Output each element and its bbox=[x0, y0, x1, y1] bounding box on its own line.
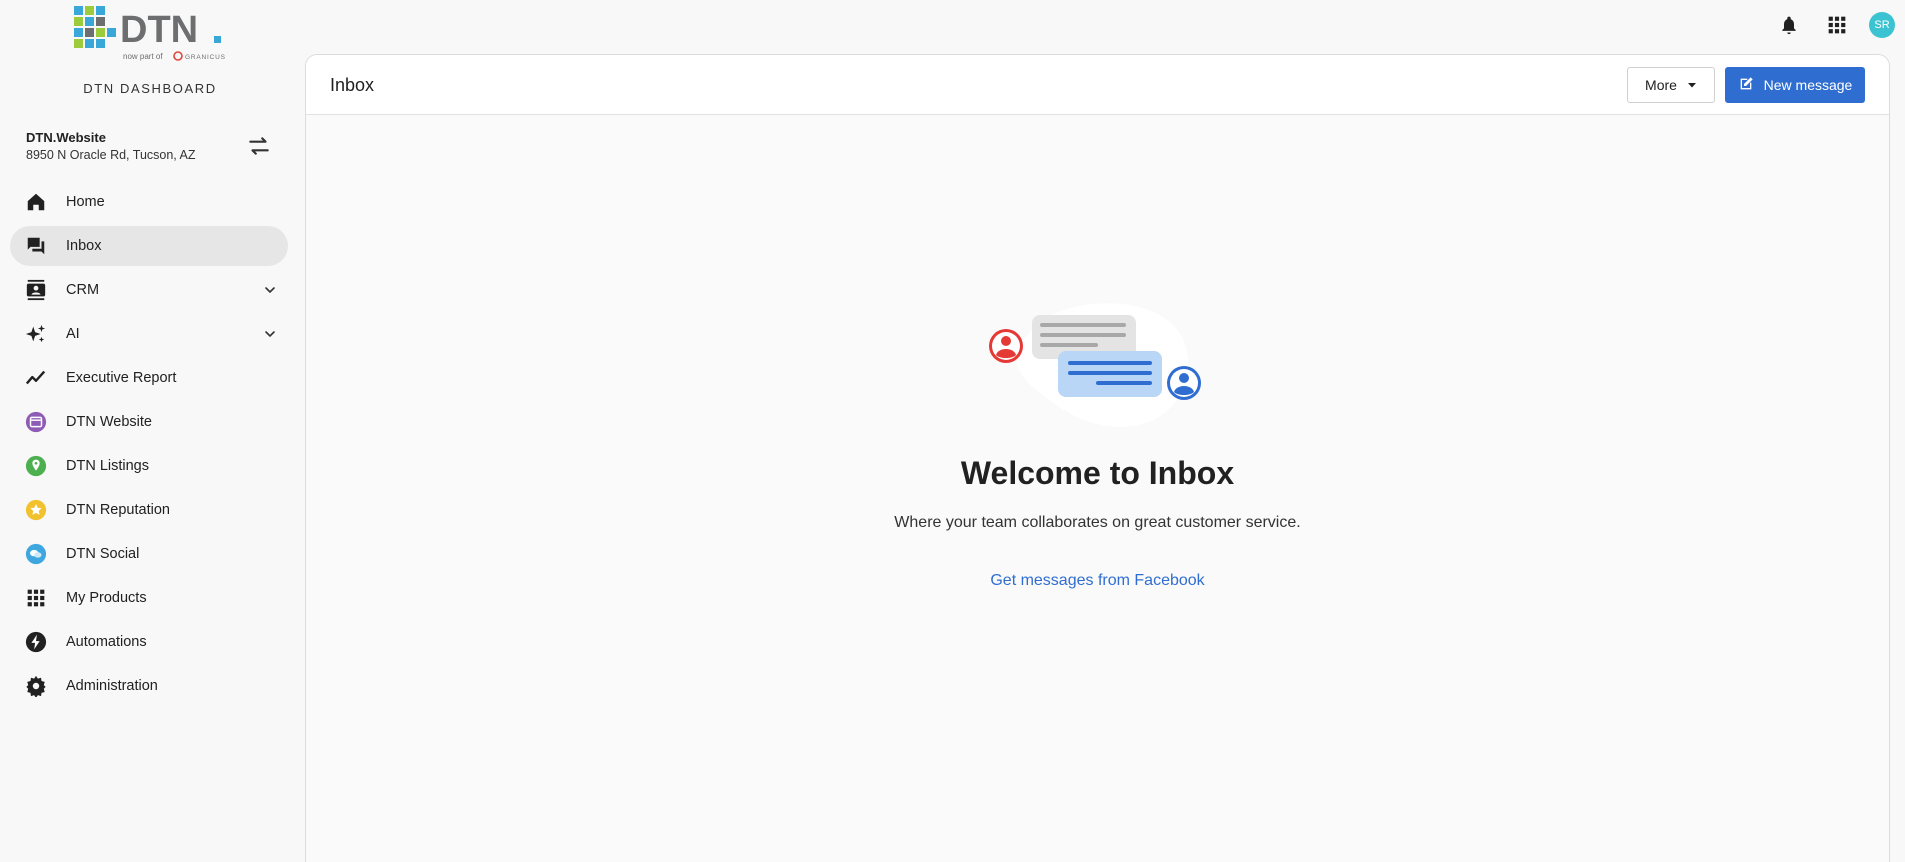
apps-grid-icon[interactable] bbox=[1825, 13, 1849, 37]
sidebar-item-executive-report[interactable]: Executive Report bbox=[10, 358, 288, 398]
logo-text: DTN bbox=[120, 9, 198, 51]
sidebar-item-label: AI bbox=[66, 326, 80, 342]
sidebar-item-dtn-reputation[interactable]: DTN Reputation bbox=[10, 490, 288, 530]
gear-icon bbox=[24, 674, 48, 698]
sidebar-item-inbox[interactable]: Inbox bbox=[10, 226, 288, 266]
sidebar-item-ai[interactable]: AI bbox=[10, 314, 288, 354]
more-button[interactable]: More bbox=[1627, 67, 1715, 103]
more-button-label: More bbox=[1645, 77, 1677, 93]
chat-icon bbox=[24, 234, 48, 258]
trend-icon bbox=[24, 366, 48, 390]
sidebar-item-label: Executive Report bbox=[66, 370, 177, 386]
logo-sub: now part of bbox=[123, 52, 163, 61]
sidebar-item-my-products[interactable]: My Products bbox=[10, 578, 288, 618]
account-info: DTN.Website 8950 N Oracle Rd, Tucson, AZ bbox=[26, 130, 276, 162]
sidebar-item-label: DTN Social bbox=[66, 546, 140, 562]
dtn-logo-graphic: DTN now part of GRANICUS bbox=[74, 6, 226, 61]
bolt-icon bbox=[24, 630, 48, 654]
empty-state: Welcome to Inbox Where your team collabo… bbox=[306, 295, 1889, 590]
sparkle-icon bbox=[24, 322, 48, 346]
sidebar-item-label: DTN Website bbox=[66, 414, 152, 430]
swap-arrows-icon[interactable] bbox=[246, 133, 272, 159]
app-root: DTN now part of GRANICUS DTN DASHBOARD D… bbox=[0, 0, 1905, 862]
sidebar-item-automations[interactable]: Automations bbox=[10, 622, 288, 662]
edit-icon bbox=[1738, 76, 1754, 95]
inbox-panel: Inbox More New message Welcome to Inbox … bbox=[305, 54, 1890, 862]
logo-partner: GRANICUS bbox=[185, 54, 226, 61]
dtn-logo[interactable]: DTN now part of GRANICUS bbox=[74, 6, 228, 64]
home-icon bbox=[24, 190, 48, 214]
social-bubble-icon bbox=[24, 542, 48, 566]
star-icon bbox=[24, 498, 48, 522]
dashboard-title: DTN DASHBOARD bbox=[83, 81, 217, 96]
page-title: Inbox bbox=[330, 75, 375, 95]
sidebar-item-dtn-listings[interactable]: DTN Listings bbox=[10, 446, 288, 486]
sidebar-item-label: My Products bbox=[66, 590, 147, 606]
empty-subtext: Where your team collaborates on great cu… bbox=[894, 514, 1301, 531]
website-icon bbox=[24, 410, 48, 434]
account-name: DTN.Website bbox=[26, 130, 106, 145]
sidebar-item-administration[interactable]: Administration bbox=[10, 666, 288, 706]
account-address: 8950 N Oracle Rd, Tucson, AZ bbox=[26, 148, 196, 162]
new-message-button[interactable]: New message bbox=[1725, 67, 1865, 103]
sidebar-item-label: Administration bbox=[66, 678, 158, 694]
top-toolbar: SR bbox=[1753, 10, 1895, 40]
bell-icon[interactable] bbox=[1777, 13, 1801, 37]
sidebar-item-label: Home bbox=[66, 194, 105, 210]
chevron-down-icon[interactable] bbox=[262, 282, 278, 298]
contacts-icon bbox=[24, 278, 48, 302]
sidebar-item-label: DTN Reputation bbox=[66, 502, 170, 518]
inbox-header: Inbox More New message bbox=[306, 55, 1889, 115]
sidebar-item-label: Inbox bbox=[66, 238, 102, 254]
location-pin-icon bbox=[24, 454, 48, 478]
sidebar-item-label: DTN Listings bbox=[66, 458, 149, 474]
sidebar-item-dtn-social[interactable]: DTN Social bbox=[10, 534, 288, 574]
sidebar-item-crm[interactable]: CRM bbox=[10, 270, 288, 310]
empty-heading: Welcome to Inbox bbox=[960, 455, 1235, 491]
avatar[interactable]: SR bbox=[1869, 12, 1895, 38]
chat-illustration bbox=[988, 303, 1201, 427]
sidebar-item-home[interactable]: Home bbox=[10, 182, 288, 222]
chevron-down-icon[interactable] bbox=[262, 326, 278, 342]
facebook-messages-link[interactable]: Get messages from Facebook bbox=[990, 572, 1204, 590]
sidebar-nav: Home Inbox CRM AI Executive Report DTN W… bbox=[10, 182, 288, 710]
sidebar-item-label: CRM bbox=[66, 282, 100, 298]
caret-down-icon bbox=[1687, 77, 1697, 93]
new-message-label: New message bbox=[1763, 77, 1853, 93]
sidebar: DTN now part of GRANICUS DTN DASHBOARD D… bbox=[0, 0, 300, 862]
grid-icon bbox=[24, 586, 48, 610]
sidebar-item-label: Automations bbox=[66, 634, 147, 650]
sidebar-item-dtn-website[interactable]: DTN Website bbox=[10, 402, 288, 442]
